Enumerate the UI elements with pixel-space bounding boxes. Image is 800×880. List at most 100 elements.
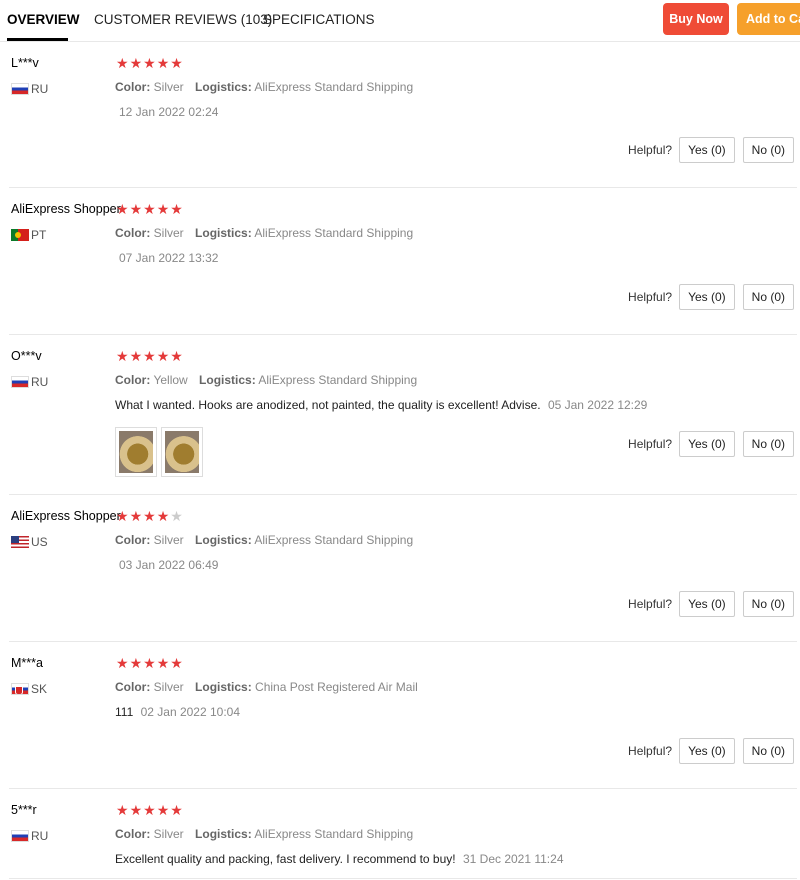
star-icon: ★ bbox=[129, 802, 143, 818]
helpful-yes-button[interactable]: Yes (0) bbox=[679, 738, 735, 764]
helpful-yes-button[interactable]: Yes (0) bbox=[679, 284, 735, 310]
logistics-label: Logistics: bbox=[199, 373, 256, 387]
helpful-label: Helpful? bbox=[628, 143, 673, 157]
country-code: RU bbox=[31, 829, 49, 843]
helpful-no-button[interactable]: No (0) bbox=[742, 431, 794, 457]
add-to-cart-button[interactable]: Add to Cart bbox=[737, 3, 800, 35]
sku-info: Color: Silver Logistics: China Post Regi… bbox=[115, 680, 418, 694]
star-icon: ★ bbox=[170, 201, 183, 217]
color-label: Color: bbox=[115, 533, 151, 547]
russia-flag-icon bbox=[11, 830, 29, 842]
logistics-label: Logistics: bbox=[195, 226, 252, 240]
logistics-label: Logistics: bbox=[195, 680, 252, 694]
reviewer-country: RU bbox=[11, 82, 48, 96]
helpful-yes-button[interactable]: Yes (0) bbox=[679, 431, 735, 457]
review-item: 5***r RU ★ ★ ★ ★ ★ Color: Silver Logisti… bbox=[9, 789, 797, 879]
star-icon: ★ bbox=[170, 348, 183, 364]
helpful-label: Helpful? bbox=[628, 290, 673, 304]
sku-info: Color: Yellow Logistics: AliExpress Stan… bbox=[115, 373, 417, 387]
buy-now-button[interactable]: Buy Now bbox=[663, 3, 729, 35]
star-icon: ★ bbox=[129, 348, 143, 364]
review-date: 31 Dec 2021 11:24 bbox=[462, 852, 564, 866]
color-label: Color: bbox=[115, 680, 151, 694]
logistics-label: Logistics: bbox=[195, 827, 252, 841]
logistics-label: Logistics: bbox=[195, 533, 252, 547]
reviewer-country: RU bbox=[11, 375, 48, 389]
review-item: AliExpress Shopper US ★ ★ ★ ★ ★ Color: S… bbox=[9, 495, 797, 642]
review-text: Excellent quality and packing, fast deli… bbox=[115, 852, 456, 866]
tab-overview[interactable]: OVERVIEW bbox=[7, 12, 80, 27]
color-label: Color: bbox=[115, 373, 151, 387]
helpful-no-button[interactable]: No (0) bbox=[742, 591, 794, 617]
sku-info: Color: Silver Logistics: AliExpress Stan… bbox=[115, 827, 413, 841]
star-rating: ★ ★ ★ ★ ★ bbox=[116, 349, 183, 363]
logistics-value: China Post Registered Air Mail bbox=[255, 680, 418, 694]
star-icon: ★ bbox=[156, 201, 170, 217]
helpful-no-button[interactable]: No (0) bbox=[742, 738, 794, 764]
star-rating: ★ ★ ★ ★ ★ bbox=[116, 803, 183, 817]
review-date: 12 Jan 2022 02:24 bbox=[119, 105, 219, 119]
russia-flag-icon bbox=[11, 376, 29, 388]
reviewer-name: 5***r bbox=[11, 803, 37, 817]
star-icon: ★ bbox=[129, 508, 143, 524]
star-icon: ★ bbox=[143, 55, 156, 71]
review-item: L***v RU ★ ★ ★ ★ ★ Color: Silver Logisti… bbox=[9, 42, 797, 188]
country-code: US bbox=[31, 535, 48, 549]
star-rating: ★ ★ ★ ★ ★ bbox=[116, 509, 183, 523]
star-icon: ★ bbox=[116, 508, 129, 524]
color-label: Color: bbox=[115, 80, 151, 94]
review-date: 05 Jan 2022 12:29 bbox=[547, 398, 648, 412]
star-icon: ★ bbox=[116, 655, 129, 671]
star-icon: ★ bbox=[156, 802, 170, 818]
review-photo-thumbnail[interactable] bbox=[161, 427, 203, 477]
helpful-vote: Helpful? Yes (0) No (0) bbox=[628, 137, 794, 163]
star-icon: ★ bbox=[156, 55, 170, 71]
sku-info: Color: Silver Logistics: AliExpress Stan… bbox=[115, 533, 413, 547]
tab-specifications[interactable]: SPECIFICATIONS bbox=[263, 12, 375, 27]
color-label: Color: bbox=[115, 827, 151, 841]
star-empty-icon: ★ bbox=[170, 508, 183, 524]
star-icon: ★ bbox=[116, 802, 129, 818]
review-photo-thumbnail[interactable] bbox=[115, 427, 157, 477]
star-rating: ★ ★ ★ ★ ★ bbox=[116, 202, 183, 216]
helpful-no-button[interactable]: No (0) bbox=[742, 284, 794, 310]
tab-customer-reviews[interactable]: CUSTOMER REVIEWS (103) bbox=[94, 12, 272, 27]
helpful-vote: Helpful? Yes (0) No (0) bbox=[628, 591, 794, 617]
review-content: What I wanted. Hooks are anodized, not p… bbox=[115, 398, 647, 412]
logistics-value: AliExpress Standard Shipping bbox=[258, 373, 418, 387]
star-icon: ★ bbox=[170, 802, 183, 818]
review-item: AliExpress Shopper PT ★ ★ ★ ★ ★ Color: S… bbox=[9, 188, 797, 335]
helpful-yes-button[interactable]: Yes (0) bbox=[679, 137, 735, 163]
review-date: 03 Jan 2022 06:49 bbox=[119, 558, 219, 572]
star-icon: ★ bbox=[143, 201, 156, 217]
helpful-label: Helpful? bbox=[628, 597, 673, 611]
country-code: PT bbox=[31, 228, 47, 242]
review-text: What I wanted. Hooks are anodized, not p… bbox=[115, 398, 541, 412]
star-icon: ★ bbox=[156, 508, 170, 524]
product-tab-bar: OVERVIEW CUSTOMER REVIEWS (103) SPECIFIC… bbox=[0, 0, 800, 42]
portugal-flag-icon bbox=[11, 229, 29, 241]
star-icon: ★ bbox=[143, 655, 156, 671]
color-value: Silver bbox=[153, 226, 184, 240]
reviewer-country: SK bbox=[11, 682, 47, 696]
logistics-label: Logistics: bbox=[195, 80, 252, 94]
reviewer-name: M***a bbox=[11, 656, 43, 670]
star-icon: ★ bbox=[156, 348, 170, 364]
reviewer-name: O***v bbox=[11, 349, 42, 363]
color-value: Yellow bbox=[153, 373, 188, 387]
review-date: 07 Jan 2022 13:32 bbox=[119, 251, 219, 265]
logistics-value: AliExpress Standard Shipping bbox=[254, 226, 414, 240]
helpful-yes-button[interactable]: Yes (0) bbox=[679, 591, 735, 617]
review-item: M***a SK ★ ★ ★ ★ ★ Color: Silver Logisti… bbox=[9, 642, 797, 789]
star-rating: ★ ★ ★ ★ ★ bbox=[116, 56, 183, 70]
russia-flag-icon bbox=[11, 83, 29, 95]
review-date: 02 Jan 2022 10:04 bbox=[140, 705, 241, 719]
helpful-no-button[interactable]: No (0) bbox=[742, 137, 794, 163]
review-item: O***v RU ★ ★ ★ ★ ★ Color: Yellow Logisti… bbox=[9, 335, 797, 495]
star-icon: ★ bbox=[116, 201, 129, 217]
star-icon: ★ bbox=[156, 655, 170, 671]
helpful-label: Helpful? bbox=[628, 744, 673, 758]
slovakia-flag-icon bbox=[11, 683, 29, 695]
usa-flag-icon bbox=[11, 536, 29, 548]
color-value: Silver bbox=[153, 80, 184, 94]
